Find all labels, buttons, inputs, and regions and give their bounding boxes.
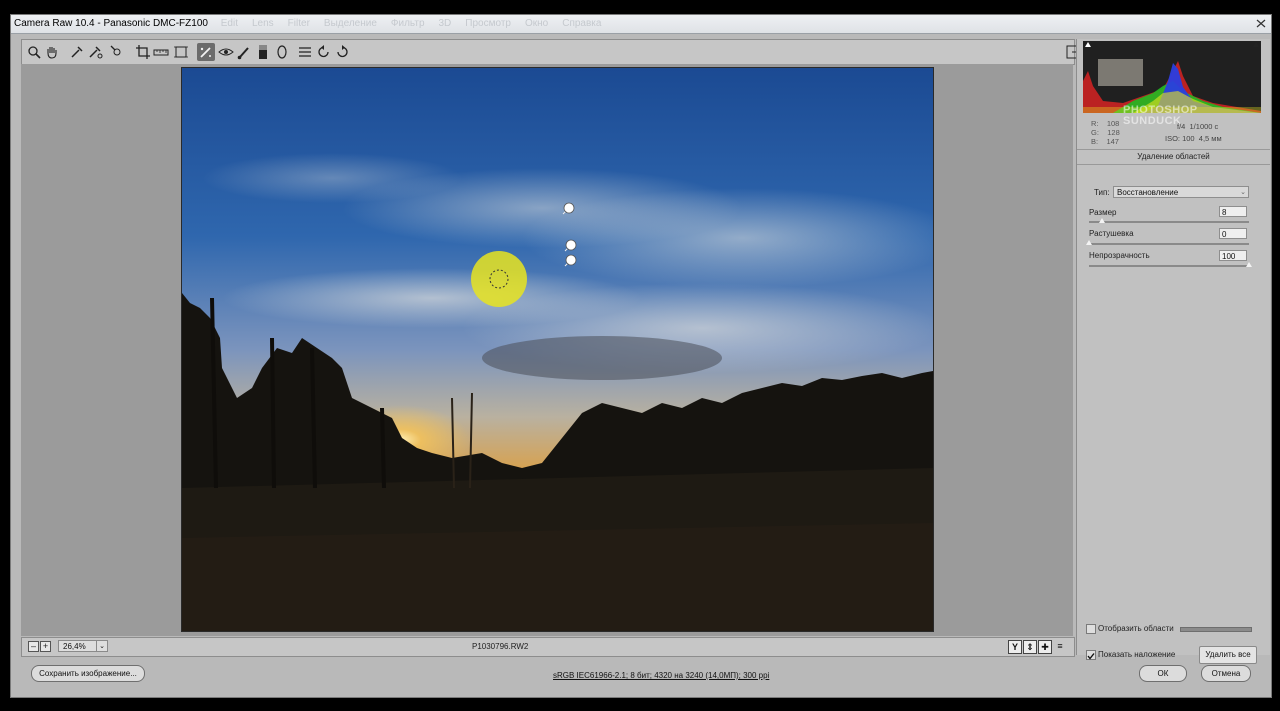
size-slider-thumb[interactable] — [1098, 218, 1105, 223]
show-spots-label: Отобразить области — [1098, 624, 1174, 633]
crop-tool-icon[interactable] — [134, 43, 152, 61]
preferences-list-icon[interactable] — [296, 43, 314, 61]
graduated-filter-tool-icon[interactable] — [254, 43, 272, 61]
background-menu-ghost: Edit Lens Filter Выделение Фильтр 3D Просмотр О… — [220, 18, 602, 29]
exposure-info: f/4 1/1000 с — [1177, 122, 1219, 131]
straighten-tool-icon[interactable] — [152, 43, 170, 61]
spot-removal-area[interactable] — [471, 251, 527, 307]
clear-all-button[interactable]: Удалить все — [1199, 646, 1257, 664]
show-overlay-label: Показать наложение — [1098, 650, 1176, 659]
white-balance-tool-icon[interactable] — [68, 43, 86, 61]
type-value: Восстановление — [1117, 188, 1179, 197]
status-bar: – + 26,4% ⌄ P1030796.RW2 Y ⇕ ✚ ≡ — [21, 637, 1075, 657]
targeted-adjustment-tool-icon[interactable] — [108, 43, 126, 61]
cancel-button[interactable]: Отмена — [1201, 665, 1251, 682]
feather-slider-thumb[interactable] — [1086, 240, 1092, 245]
close-icon — [1256, 19, 1266, 28]
type-label: Тип: — [1094, 188, 1110, 197]
radial-filter-tool-icon[interactable] — [273, 43, 291, 61]
hand-tool-icon[interactable] — [43, 43, 61, 61]
show-spots-checkbox[interactable] — [1086, 624, 1096, 634]
chevron-down-icon: ⌄ — [96, 641, 107, 651]
chevron-down-icon: ⌄ — [1240, 189, 1246, 196]
swap-settings-button[interactable]: ⇕ — [1023, 640, 1037, 654]
camera-raw-window: Camera Raw 10.4 - Panasonic DMC-FZ100 Ed… — [10, 14, 1272, 698]
size-input[interactable]: 8 — [1219, 206, 1247, 217]
iso-info: ISO: 100 4,5 мм — [1165, 134, 1222, 143]
show-overlay-checkbox[interactable] — [1086, 650, 1096, 660]
workflow-options-link[interactable]: sRGB IEC61966-2.1; 8 бит; 4320 на 3240 (… — [553, 671, 769, 680]
right-panel: PHOTOSHOP SUNDUCK R: 108 G: 128 B: 147 f/… — [1076, 39, 1270, 664]
preview-canvas[interactable] — [21, 64, 1073, 636]
red-eye-tool-icon[interactable] — [217, 43, 235, 61]
adjustment-brush-tool-icon[interactable] — [235, 43, 253, 61]
rotate-left-icon[interactable] — [315, 43, 333, 61]
histogram — [1083, 41, 1261, 113]
ok-button[interactable]: ОК — [1139, 665, 1187, 682]
panel-header: Удаление областей — [1077, 149, 1270, 165]
histogram-graph — [1083, 41, 1261, 113]
spot-removal-tool-icon[interactable] — [197, 43, 215, 61]
zoom-out-button[interactable]: – — [28, 641, 39, 652]
checkmark-icon — [1087, 653, 1095, 660]
visualize-threshold-slider[interactable] — [1180, 627, 1252, 632]
size-label: Размер — [1089, 208, 1117, 217]
opacity-input[interactable]: 100 — [1219, 250, 1247, 261]
file-name: P1030796.RW2 — [472, 642, 529, 651]
zoom-tool-icon[interactable] — [25, 43, 43, 61]
window-title: Camera Raw 10.4 - Panasonic DMC-FZ100 — [14, 18, 208, 29]
feather-input[interactable]: 0 — [1219, 228, 1247, 239]
highlight-clipping-warning[interactable] — [1253, 42, 1259, 47]
opacity-label: Непрозрачность — [1089, 251, 1150, 260]
panel-title: Удаление областей — [1137, 152, 1210, 161]
opacity-slider[interactable] — [1089, 262, 1252, 267]
transform-tool-icon[interactable] — [172, 43, 190, 61]
landscape-photo — [182, 68, 933, 631]
rgb-readout: R: 108 G: 128 B: 147 — [1091, 119, 1120, 146]
type-select[interactable]: Восстановление ⌄ — [1113, 186, 1249, 198]
save-image-button[interactable]: Сохранить изображение... — [31, 665, 145, 682]
shadow-clipping-warning[interactable] — [1085, 42, 1091, 47]
before-after-view-button[interactable]: Y — [1008, 640, 1022, 654]
rotate-right-icon[interactable] — [333, 43, 351, 61]
toolbar — [21, 39, 1081, 65]
opacity-slider-thumb[interactable] — [1246, 262, 1252, 267]
copy-settings-button[interactable]: ✚ — [1038, 640, 1052, 654]
view-settings-button[interactable]: ≡ — [1054, 640, 1066, 652]
close-window-button[interactable] — [1251, 15, 1271, 32]
size-slider[interactable] — [1089, 218, 1249, 223]
zoom-level-select[interactable]: 26,4% ⌄ — [58, 640, 108, 652]
title-bar: Camera Raw 10.4 - Panasonic DMC-FZ100 Ed… — [11, 15, 1271, 34]
zoom-in-button[interactable]: + — [40, 641, 51, 652]
feather-slider[interactable] — [1086, 240, 1249, 245]
zoom-level-value: 26,4% — [63, 642, 86, 651]
color-sampler-tool-icon[interactable] — [86, 43, 104, 61]
feather-label: Растушевка — [1089, 229, 1134, 238]
photo-preview[interactable] — [181, 67, 934, 632]
